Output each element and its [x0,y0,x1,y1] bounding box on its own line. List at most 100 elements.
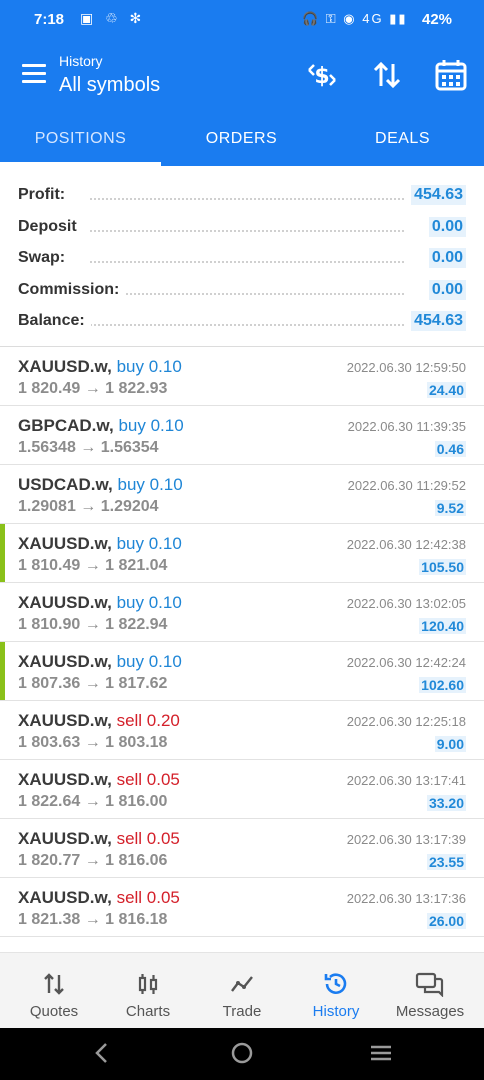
position-row[interactable]: XAUUSD.w, sell 0.05 1 822.64 → 1 816.00 20… [0,760,484,819]
trade-side-volume: buy 0.10 [117,475,183,494]
summary-row-deposit: Deposit 0.00 [0,210,484,242]
summary-row-profit: Profit: 454.63 [0,178,484,210]
tab-positions-label: POSITIONS [34,130,127,147]
open-close-prices: 1 803.63 → 1 803.18 [18,734,168,751]
symbol-selector[interactable]: All symbols [59,74,160,97]
position-row[interactable]: GBPCAD.w, buy 0.10 1.56348 → 1.56354 2022.… [0,406,484,465]
sort-icon[interactable] [370,58,404,92]
currency-exchange-icon[interactable]: $ [305,58,339,92]
system-navigation-bar [0,1028,484,1080]
app-header: 7:18 ▣ ♲ ✻ 🎧 ⚿ ◉ 4G ▮▮ 42% History All s… [0,0,484,166]
summary-label: Balance: [18,312,91,330]
menu-icon[interactable] [22,64,46,84]
summary-row-commission: Commission: 0.00 [0,273,484,305]
status-time: 7:18 [34,11,65,28]
position-symbol: USDCAD.w, buy 0.10 [18,475,183,495]
position-profit: 120.40 [419,618,466,634]
nav-history[interactable]: History [288,953,384,1029]
summary-row-balance: Balance: 454.63 [0,304,484,336]
position-profit: 24.40 [426,382,466,398]
position-time: 2022.06.30 11:39:35 [347,419,466,434]
summary-value: 0.00 [428,216,466,237]
position-profit: 9.00 [434,736,466,752]
trade-side-volume: buy 0.10 [118,416,184,435]
messages-icon [382,971,478,998]
tab-deals[interactable]: DEALS [322,118,483,166]
position-time: 2022.06.30 12:42:38 [346,537,466,552]
symbol-name: XAUUSD.w, [18,534,112,553]
position-time: 2022.06.30 12:25:18 [346,714,466,729]
tab-deals-label: DEALS [375,130,430,147]
trade-side-volume: sell 0.20 [116,711,180,730]
position-symbol: XAUUSD.w, buy 0.10 [18,593,182,613]
position-time: 2022.06.30 13:17:41 [346,773,466,788]
position-profit: 0.46 [434,441,466,457]
summary-value: 0.00 [428,279,466,300]
nav-label: Charts [125,1003,171,1020]
trade-side-volume: buy 0.10 [116,534,182,553]
nav-label: History [312,1003,360,1020]
position-profit: 9.52 [434,500,466,516]
position-row[interactable]: XAUUSD.w, sell 0.20 1 803.63 → 1 803.18 20… [0,701,484,760]
symbol-name: XAUUSD.w, [18,888,112,907]
bottom-navigation: Quotes Charts Trade History Messages [0,952,484,1028]
tab-orders-label: ORDERS [205,130,278,147]
open-close-prices: 1 821.38 → 1 816.18 [18,911,168,928]
position-row[interactable]: XAUUSD.w, buy 0.10 1 810.90 → 1 822.94 202… [0,583,484,642]
position-symbol: GBPCAD.w, buy 0.10 [18,416,184,436]
charts-icon [100,971,196,997]
summary-label: Swap: [18,249,72,267]
trade-side-volume: sell 0.05 [116,888,180,907]
nav-label: Messages [395,1003,465,1020]
position-time: 2022.06.30 11:29:52 [347,478,466,493]
position-row[interactable]: XAUUSD.w, sell 0.05 1 821.38 → 1 816.18 20… [0,878,484,937]
position-time: 2022.06.30 13:17:36 [346,891,466,906]
position-symbol: XAUUSD.w, buy 0.10 [18,357,182,377]
open-close-prices: 1.29081 → 1.29204 [18,498,159,515]
summary-row-swap: Swap: 0.00 [0,241,484,273]
position-profit: 26.00 [426,913,466,929]
open-close-prices: 1 810.90 → 1 822.94 [18,616,168,633]
tab-orders[interactable]: ORDERS [161,118,322,166]
nav-quotes[interactable]: Quotes [6,953,102,1029]
position-symbol: XAUUSD.w, sell 0.05 [18,888,180,908]
symbol-name: XAUUSD.w, [18,829,112,848]
open-close-prices: 1 820.77 → 1 816.06 [18,852,168,869]
position-time: 2022.06.30 12:42:24 [346,655,466,670]
position-time: 2022.06.30 12:59:50 [346,360,466,375]
position-symbol: XAUUSD.w, sell 0.05 [18,770,180,790]
nav-messages[interactable]: Messages [382,953,478,1029]
position-profit: 102.60 [419,677,466,693]
position-profit: 33.20 [426,795,466,811]
history-icon [288,971,384,997]
position-profit: 23.55 [426,854,466,870]
position-row[interactable]: USDCAD.w, buy 0.10 1.29081 → 1.29204 2022.… [0,465,484,524]
summary-value: 454.63 [411,311,466,331]
position-row[interactable]: XAUUSD.w, sell 0.05 1 820.77 → 1 816.06 20… [0,819,484,878]
summary-label: Profit: [18,186,72,204]
status-bar: 7:18 ▣ ♲ ✻ 🎧 ⚿ ◉ 4G ▮▮ 42% [0,0,484,40]
position-row[interactable]: XAUUSD.w, buy 0.10 1 807.36 → 1 817.62 202… [0,642,484,701]
tab-positions[interactable]: POSITIONS [0,118,161,166]
quotes-icon [6,971,102,997]
symbol-name: XAUUSD.w, [18,770,112,789]
symbol-name: XAUUSD.w, [18,711,112,730]
trade-side-volume: sell 0.05 [116,770,180,789]
back-icon[interactable] [90,1040,114,1070]
position-profit: 105.50 [419,559,466,575]
open-close-prices: 1 807.36 → 1 817.62 [18,675,168,692]
nav-label: Quotes [29,1003,79,1020]
position-symbol: XAUUSD.w, sell 0.20 [18,711,180,731]
trade-side-volume: buy 0.10 [116,357,182,376]
recent-apps-icon[interactable] [368,1040,394,1070]
open-close-prices: 1 820.49 → 1 822.93 [18,380,168,397]
nav-charts[interactable]: Charts [100,953,196,1029]
position-row[interactable]: XAUUSD.w, buy 0.10 1 820.49 → 1 822.93 202… [0,347,484,406]
home-icon[interactable] [229,1040,255,1070]
nav-trade[interactable]: Trade [194,953,290,1029]
calendar-icon[interactable] [434,58,468,92]
notification-icons: ▣ ♲ ✻ [80,10,146,26]
summary-value: 454.63 [411,185,466,205]
system-status-icons: 🎧 ⚿ ◉ 4G ▮▮ [302,11,408,26]
position-row[interactable]: XAUUSD.w, buy 0.10 1 810.49 → 1 821.04 202… [0,524,484,583]
